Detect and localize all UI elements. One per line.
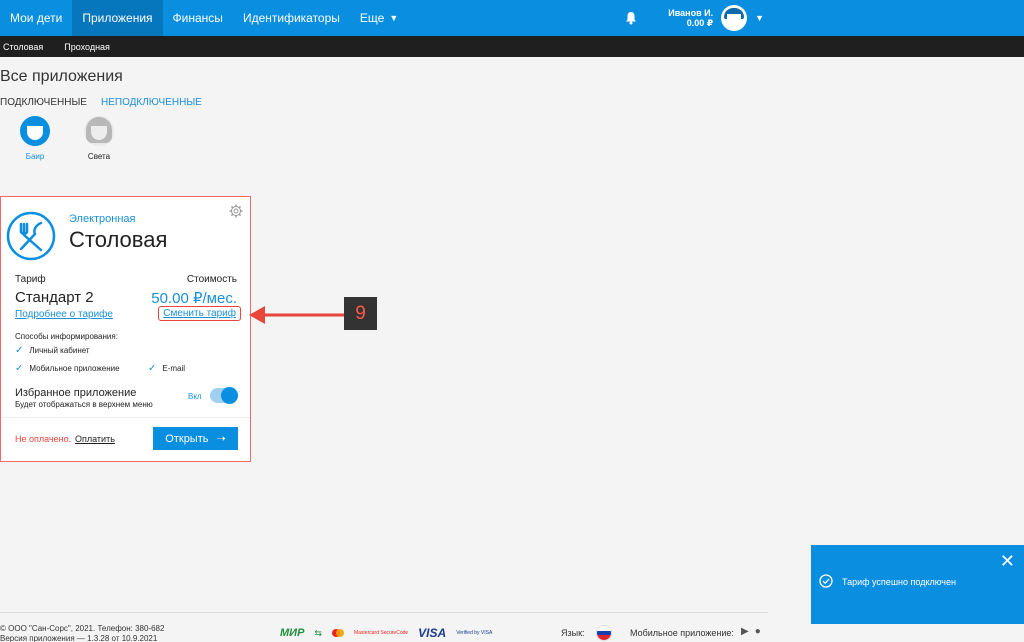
success-toast: ✕ Тариф успешно подключен: [811, 545, 1024, 624]
version-text: Версия приложения — 1.3.28 от 10.9.2021: [0, 634, 158, 642]
user-menu-chevron-icon[interactable]: ▼: [755, 13, 764, 23]
nav-my-kids[interactable]: Мои дети: [0, 0, 72, 36]
footer-copyright: © ООО "Сан-Сорс", 2021. Телефон: 380-682…: [0, 624, 164, 642]
app-subtitle: Электронная: [69, 213, 136, 225]
favorite-toggle[interactable]: [210, 387, 238, 404]
tariff-price: 50.00 ₽/мес.: [151, 290, 237, 307]
nav-my-kids-label: Мои дети: [10, 11, 63, 25]
notification-method: ✓ Мобильное приложение: [15, 363, 120, 374]
user-name: Иванов И.: [668, 8, 714, 18]
cutlery-icon: [6, 211, 56, 261]
page-title: Все приложения: [0, 68, 123, 85]
language-label: Язык:: [561, 628, 585, 638]
divider: [1, 417, 250, 418]
kid-avatar-icon: [20, 116, 50, 146]
annotation-badge: 9: [344, 297, 377, 330]
user-balance: 0.00 ₽: [686, 18, 714, 28]
open-app-button[interactable]: Открыть ➝: [153, 427, 238, 450]
mastercard-securecode-logo: Mastercard SecureCode: [353, 629, 409, 636]
tab-connected[interactable]: ПОДКЛЮЧЕННЫЕ: [0, 97, 87, 108]
copyright-text: © ООО "Сан-Сорс", 2021. Телефон: 380-682: [0, 624, 165, 633]
russia-flag-icon[interactable]: [596, 625, 612, 641]
kids-selector: Баир Света: [16, 116, 118, 161]
notification-method: ✓ Личный кабинет: [15, 345, 90, 356]
user-info[interactable]: Иванов И. 0.00 ₽: [668, 8, 713, 28]
tariff-name: Стандарт 2: [15, 289, 94, 306]
mir-logo: МИР: [280, 627, 305, 639]
avatar[interactable]: [721, 5, 748, 31]
subnav-canteen[interactable]: Столовая: [0, 42, 49, 52]
close-icon[interactable]: ✕: [1000, 551, 1015, 572]
favorite-toggle-state: Вкл: [188, 392, 202, 401]
toast-message: Тариф успешно подключен: [842, 577, 956, 587]
nav-more[interactable]: Еще ▼: [350, 0, 408, 36]
gear-icon[interactable]: [229, 204, 243, 218]
kid-bair[interactable]: Баир: [16, 116, 54, 161]
notification-methods-title: Способы информирования:: [15, 332, 118, 341]
kid-name: Баир: [25, 152, 45, 161]
notification-method: ✓ E-mail: [148, 363, 185, 374]
store-icons: ▶ ●: [741, 626, 761, 637]
change-tariff-link[interactable]: Сменить тариф: [158, 306, 241, 321]
notification-method-label: Личный кабинет: [29, 346, 90, 355]
payment-logos: МИР ⇆ Mastercard SecureCode VISA Verifie…: [280, 626, 492, 640]
check-icon: ✓: [15, 363, 24, 374]
favorite-app-title: Избранное приложение: [15, 387, 137, 399]
tab-not-connected[interactable]: НЕПОДКЛЮЧЕННЫЕ: [101, 97, 202, 108]
kid-avatar-icon: [84, 116, 114, 146]
annotation-arrow: [249, 306, 344, 324]
payment-status: Не оплачено.: [15, 434, 72, 444]
app-card-canteen: Электронная Столовая Тариф Стоимость Ста…: [0, 196, 251, 462]
mastercard-logo-icon: [331, 629, 344, 637]
notification-method-label: Мобильное приложение: [29, 364, 120, 373]
mobile-app-label: Мобильное приложение:: [630, 628, 734, 638]
nav-finance[interactable]: Финансы: [163, 0, 233, 36]
nav-identifiers-label: Идентификаторы: [242, 11, 340, 25]
chevron-down-icon: ▼: [389, 13, 399, 23]
sub-navigation: Столовая Проходная: [0, 36, 1024, 57]
footer-divider: [0, 612, 768, 613]
check-icon: ✓: [148, 363, 157, 374]
app-title: Столовая: [69, 227, 168, 252]
arrow-right-icon: ➝: [216, 433, 226, 445]
sbp-logo-icon: ⇆: [314, 627, 322, 638]
google-play-icon[interactable]: ▶: [741, 626, 749, 637]
pay-link[interactable]: Оплатить: [75, 434, 115, 444]
nav-more-label: Еще: [359, 11, 385, 25]
apple-icon[interactable]: ●: [755, 626, 761, 637]
bell-icon[interactable]: [624, 11, 638, 25]
kid-sveta[interactable]: Света: [80, 116, 118, 161]
nav-finance-label: Финансы: [172, 11, 223, 25]
notification-method-label: E-mail: [162, 364, 186, 373]
kid-name: Света: [87, 152, 111, 161]
nav-apps-label: Приложения: [82, 11, 153, 25]
check-icon: ✓: [15, 345, 24, 356]
nav-apps[interactable]: Приложения: [72, 0, 163, 36]
check-circle-icon: [819, 574, 833, 588]
cost-label: Стоимость: [186, 274, 237, 285]
tariff-details-link[interactable]: Подробнее о тарифе: [15, 309, 113, 320]
subnav-entrance[interactable]: Проходная: [61, 42, 116, 52]
app-tabs: ПОДКЛЮЧЕННЫЕ НЕПОДКЛЮЧЕННЫЕ: [0, 97, 202, 108]
open-app-button-label: Открыть: [165, 432, 209, 445]
verified-by-visa-logo: Verified by VISA: [456, 629, 493, 636]
visa-logo: VISA: [418, 626, 447, 640]
tariff-label: Тариф: [15, 274, 46, 285]
top-navigation: Мои дети Приложения Финансы Идентификато…: [0, 0, 1024, 36]
favorite-app-description: Будет отображаться в верхнем меню: [15, 400, 153, 409]
nav-identifiers[interactable]: Идентификаторы: [233, 0, 350, 36]
